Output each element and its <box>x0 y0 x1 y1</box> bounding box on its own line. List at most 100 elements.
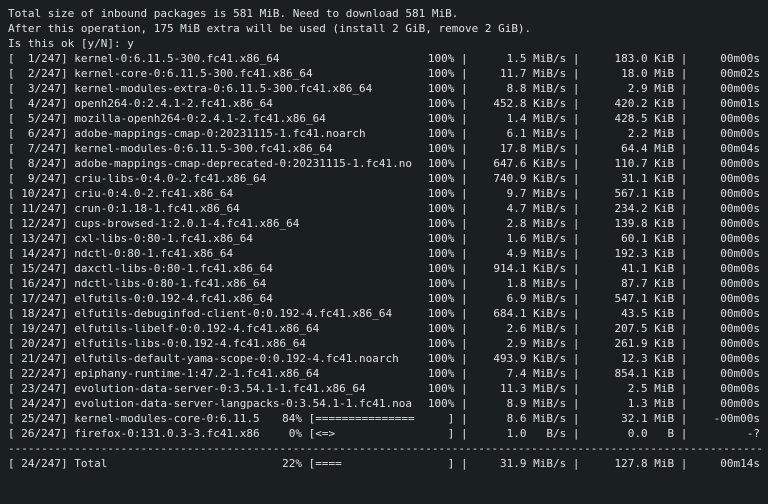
row-eta: 00m00s <box>694 336 760 351</box>
download-row: [ 15/247] daxctl-libs-0:80-1.fc41.x86_64… <box>8 261 760 276</box>
package-name: kernel-modules-extra-0:6.11.5-300.fc41.x… <box>74 81 412 96</box>
row-size: 87.7 KiB <box>586 276 674 291</box>
row-percent: 100% <box>412 111 454 126</box>
row-rate: 17.8 MiB/s <box>474 141 566 156</box>
download-row: [ 3/247] kernel-modules-extra-0:6.11.5-3… <box>8 81 760 96</box>
package-name: evolution-data-server-0:3.54.1-1.fc41.x8… <box>74 381 412 396</box>
row-eta: 00m00s <box>694 246 760 261</box>
row-eta: 00m00s <box>694 81 760 96</box>
row-index: [ 13/247] <box>8 231 68 246</box>
row-index: [ 21/247] <box>8 351 68 366</box>
row-percent: 100% <box>412 381 454 396</box>
package-name: elfutils-libelf-0:0.192-4.fc41.x86_64 <box>74 321 412 336</box>
row-index: [ 25/247] <box>8 411 68 426</box>
row-index: [ 22/247] <box>8 366 68 381</box>
download-row: [ 9/247] criu-libs-0:4.0-2.fc41.x86_6410… <box>8 171 760 186</box>
row-size: 183.0 KiB <box>586 51 674 66</box>
package-name: crun-0:1.18-1.fc41.x86_64 <box>74 201 412 216</box>
row-rate: 8.9 MiB/s <box>474 396 566 411</box>
total-label: Total <box>74 456 260 471</box>
row-size: 32.1 MiB <box>586 411 674 426</box>
row-eta: 00m00s <box>694 126 760 141</box>
download-row: [ 10/247] criu-0:4.0-2.fc41.x86_64100% |… <box>8 186 760 201</box>
row-rate: 914.1 KiB/s <box>474 261 566 276</box>
row-size: 2.9 MiB <box>586 81 674 96</box>
row-size: 64.4 MiB <box>586 141 674 156</box>
total-percent: 22% <box>260 456 302 471</box>
row-index: [ 16/247] <box>8 276 68 291</box>
download-row: [ 8/247] adobe-mappings-cmap-deprecated-… <box>8 156 760 171</box>
row-percent: 100% <box>412 306 454 321</box>
row-rate: 6.9 MiB/s <box>474 291 566 306</box>
row-size: 43.5 KiB <box>586 306 674 321</box>
download-row: [ 7/247] kernel-modules-0:6.11.5-300.fc4… <box>8 141 760 156</box>
row-index: [ 4/247] <box>8 96 68 111</box>
row-percent: 100% <box>412 81 454 96</box>
row-index: [ 14/247] <box>8 246 68 261</box>
row-size: 41.1 KiB <box>586 261 674 276</box>
package-name: elfutils-0:0.192-4.fc41.x86_64 <box>74 291 412 306</box>
row-index: [ 10/247] <box>8 186 68 201</box>
row-eta: 00m00s <box>694 381 760 396</box>
package-name: adobe-mappings-cmap-0:20231115-1.fc41.no… <box>74 126 412 141</box>
row-rate: 2.8 MiB/s <box>474 216 566 231</box>
download-row: [ 1/247] kernel-0:6.11.5-300.fc41.x86_64… <box>8 51 760 66</box>
package-name: mozilla-openh264-0:2.4.1-2.fc41.x86_64 <box>74 111 412 126</box>
row-size: 12.3 KiB <box>586 351 674 366</box>
row-percent: 100% <box>412 186 454 201</box>
row-percent: 100% <box>412 276 454 291</box>
download-row: [ 26/247] firefox-0:131.0.3-3.fc41.x86_6… <box>8 426 760 441</box>
row-rate: 6.1 MiB/s <box>474 126 566 141</box>
row-size: 567.1 KiB <box>586 186 674 201</box>
download-row: [ 4/247] openh264-0:2.4.1-2.fc41.x86_641… <box>8 96 760 111</box>
row-percent: 100% <box>412 261 454 276</box>
row-progress-bar: [<=> ] <box>302 426 461 441</box>
download-row: [ 14/247] ndctl-0:80-1.fc41.x86_64100% |… <box>8 246 760 261</box>
package-name: elfutils-default-yama-scope-0:0.192-4.fc… <box>74 351 412 366</box>
row-eta: 00m00s <box>694 306 760 321</box>
row-percent: 100% <box>412 216 454 231</box>
download-row: [ 21/247] elfutils-default-yama-scope-0:… <box>8 351 760 366</box>
row-index: [ 18/247] <box>8 306 68 321</box>
download-row: [ 16/247] ndctl-libs-0:80-1.fc41.x86_641… <box>8 276 760 291</box>
row-index: [ 1/247] <box>8 51 68 66</box>
row-size: 428.5 KiB <box>586 111 674 126</box>
package-name: evolution-data-server-langpacks-0:3.54.1… <box>74 396 412 411</box>
row-size: 854.1 KiB <box>586 366 674 381</box>
row-percent: 100% <box>412 141 454 156</box>
row-index: [ 17/247] <box>8 291 68 306</box>
row-size: 0.0 B <box>586 426 674 441</box>
row-size: 234.2 KiB <box>586 201 674 216</box>
row-rate: 9.7 MiB/s <box>474 186 566 201</box>
download-row: [ 17/247] elfutils-0:0.192-4.fc41.x86_64… <box>8 291 760 306</box>
row-index: [ 15/247] <box>8 261 68 276</box>
row-percent: 100% <box>412 366 454 381</box>
row-eta: 00m00s <box>694 216 760 231</box>
row-eta: 00m00s <box>694 261 760 276</box>
row-size: 31.1 KiB <box>586 171 674 186</box>
download-row: [ 18/247] elfutils-debuginfod-client-0:0… <box>8 306 760 321</box>
download-row: [ 5/247] mozilla-openh264-0:2.4.1-2.fc41… <box>8 111 760 126</box>
package-name: daxctl-libs-0:80-1.fc41.x86_64 <box>74 261 412 276</box>
row-eta: 00m00s <box>694 51 760 66</box>
package-name: ndctl-0:80-1.fc41.x86_64 <box>74 246 412 261</box>
package-name: ndctl-libs-0:80-1.fc41.x86_64 <box>74 276 412 291</box>
row-eta: 00m00s <box>694 111 760 126</box>
header-line-after: After this operation, 175 MiB extra will… <box>8 21 760 36</box>
row-eta: 00m00s <box>694 171 760 186</box>
download-row: [ 24/247] evolution-data-server-langpack… <box>8 396 760 411</box>
row-rate: 2.6 MiB/s <box>474 321 566 336</box>
row-eta: 00m00s <box>694 201 760 216</box>
row-eta: 00m00s <box>694 231 760 246</box>
header-line-size: Total size of inbound packages is 581 Mi… <box>8 6 760 21</box>
row-index: [ 24/247] <box>8 396 68 411</box>
row-size: 207.5 KiB <box>586 321 674 336</box>
row-rate: 8.6 MiB/s <box>474 411 566 426</box>
package-name: criu-0:4.0-2.fc41.x86_64 <box>74 186 412 201</box>
confirm-prompt[interactable]: Is this ok [y/N]: y <box>8 36 760 51</box>
download-row: [ 25/247] kernel-modules-core-0:6.11.5-3… <box>8 411 760 426</box>
row-size: 110.7 KiB <box>586 156 674 171</box>
row-index: [ 12/247] <box>8 216 68 231</box>
package-name: firefox-0:131.0.3-3.fc41.x86_64 <box>74 426 260 441</box>
row-size: 547.1 KiB <box>586 291 674 306</box>
